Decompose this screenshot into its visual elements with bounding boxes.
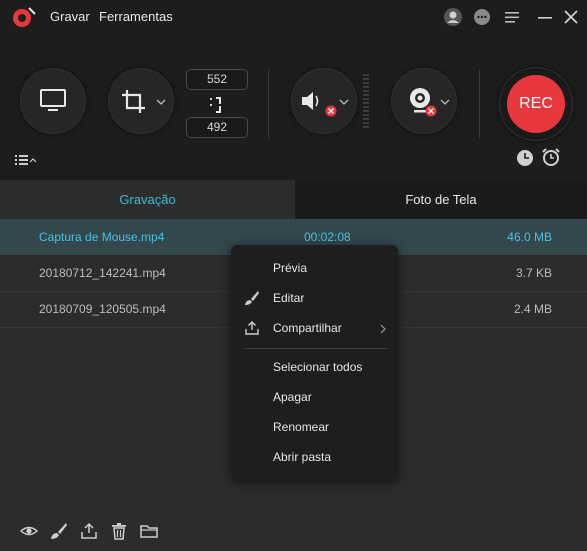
chevron-down-icon [339, 99, 349, 105]
menu-icon[interactable] [502, 7, 522, 27]
disabled-badge-icon [325, 105, 337, 117]
chat-icon[interactable] [472, 7, 492, 27]
share-icon [245, 321, 259, 335]
menu-ferramentas[interactable]: Ferramentas [99, 9, 173, 24]
file-name: 20180712_142241.mp4 [39, 266, 166, 280]
system-sound-button[interactable] [291, 68, 357, 134]
chevron-right-icon [380, 324, 386, 334]
minimize-icon[interactable] [535, 7, 555, 27]
context-menu: Prévia Editar Compartilhar Selecionar to… [231, 245, 398, 480]
menu-item-preview[interactable]: Prévia [273, 261, 307, 275]
chevron-down-icon [156, 99, 166, 105]
chevron-down-icon [440, 99, 450, 105]
menu-item-open-folder[interactable]: Abrir pasta [273, 450, 331, 464]
rec-button[interactable]: REC [507, 75, 565, 133]
brush-icon [245, 291, 259, 305]
divider [479, 69, 480, 139]
close-icon[interactable] [561, 7, 581, 27]
file-name: Captura de Mouse.mp4 [39, 230, 165, 244]
file-size: 3.7 KB [515, 266, 552, 280]
file-name: 20180709_120505.mp4 [39, 302, 166, 316]
menu-item-select-all[interactable]: Selecionar todos [273, 360, 362, 374]
full-screen-button[interactable] [20, 68, 86, 134]
schedule-icon[interactable] [516, 149, 534, 167]
share-icon[interactable] [80, 522, 98, 540]
crop-icon [122, 90, 145, 113]
user-icon[interactable] [443, 7, 463, 27]
disabled-badge-icon [425, 105, 437, 117]
volume-level-meter [363, 74, 369, 128]
webcam-button[interactable] [391, 68, 457, 134]
file-size: 46.0 MB [507, 230, 552, 244]
tab-bar: Gravação Foto de Tela [0, 180, 587, 219]
region-button[interactable] [108, 68, 174, 134]
app-logo-icon [13, 7, 36, 27]
list-toggle-icon[interactable] [14, 153, 38, 167]
alarm-clock-icon[interactable] [541, 147, 561, 167]
tab-screenshot[interactable]: Foto de Tela [295, 180, 587, 219]
monitor-icon [40, 89, 66, 111]
height-field[interactable]: 492 [186, 117, 248, 138]
divider [268, 69, 269, 139]
menu-item-delete[interactable]: Apagar [273, 390, 312, 404]
link-icon[interactable] [207, 95, 225, 115]
title-bar: Gravar Ferramentas [0, 0, 587, 34]
speaker-icon [302, 92, 319, 110]
folder-icon[interactable] [140, 522, 158, 540]
menu-item-share[interactable]: Compartilhar [273, 321, 342, 335]
menu-item-rename[interactable]: Renomear [273, 420, 329, 434]
trash-icon[interactable] [110, 522, 128, 540]
tab-recording[interactable]: Gravação [0, 180, 295, 219]
menu-item-edit[interactable]: Editar [273, 291, 304, 305]
file-size: 2.4 MB [513, 302, 552, 316]
eye-icon[interactable] [20, 522, 38, 540]
brush-icon[interactable] [50, 522, 68, 540]
width-field[interactable]: 552 [186, 69, 248, 90]
menu-gravar[interactable]: Gravar [50, 9, 90, 24]
menu-separator [244, 348, 387, 349]
